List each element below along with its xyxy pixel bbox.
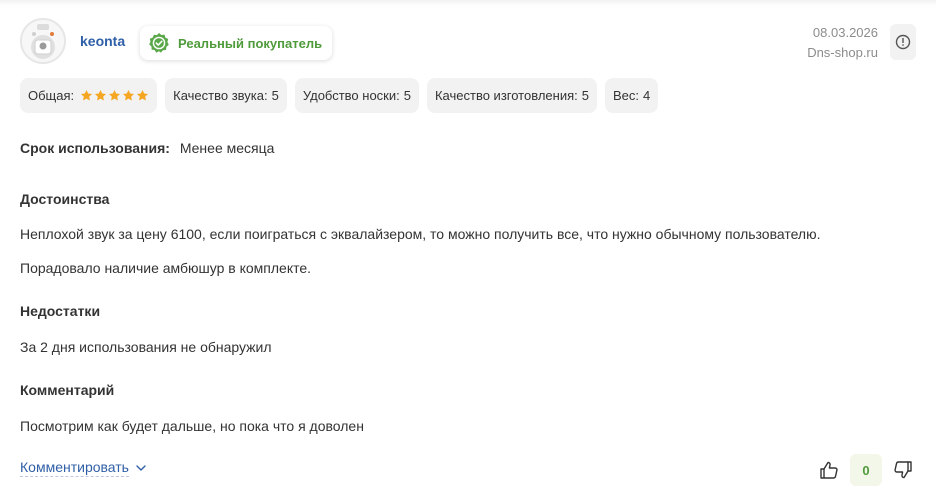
star-icon — [81, 89, 93, 101]
star-icon — [95, 89, 107, 101]
vote-count: 0 — [850, 454, 882, 486]
author-name[interactable]: keonta — [80, 33, 125, 49]
comment-text: Посмотрим как будет дальше, но пока что … — [20, 418, 364, 434]
chevron-down-icon — [136, 465, 146, 471]
top-shadow — [0, 0, 936, 6]
comment-button-label: Комментировать — [20, 459, 129, 477]
avatar-robot-icon — [22, 20, 64, 62]
rating-chip-value: 5 — [271, 88, 279, 103]
rating-chip-overall: Общая: — [20, 78, 158, 113]
rating-overall-label: Общая: — [28, 88, 75, 103]
rating-chip-label: Качество изготовления: — [434, 88, 578, 103]
like-button[interactable] — [816, 454, 842, 486]
verified-buyer-badge: Реальный покупатель — [140, 26, 333, 60]
star-rating — [80, 89, 149, 102]
review-date: 08.03.2026 — [812, 25, 878, 40]
rating-chip-weight: Вес: 4 — [604, 78, 659, 113]
rating-chip-label: Качество звука: — [173, 88, 268, 103]
thumbs-up-icon — [820, 461, 838, 479]
thumbs-down-icon — [894, 461, 912, 479]
usage-period: Срок использования: Менее месяца — [20, 140, 274, 156]
avatar[interactable] — [20, 18, 66, 64]
pros-title: Достоинства — [20, 191, 110, 207]
verified-check-icon — [149, 33, 169, 53]
rating-chip-build-quality: Качество изготовления: 5 — [426, 78, 597, 113]
rating-chip-sound: Качество звука: 5 — [165, 78, 287, 113]
more-options-button[interactable] — [890, 24, 916, 60]
cons-title: Недостатки — [20, 303, 101, 319]
review-meta: 08.03.2026 Dns-shop.ru — [807, 23, 878, 63]
rating-chip-label: Удобство носки: — [302, 88, 400, 103]
star-icon — [109, 89, 121, 101]
rating-chip-comfort: Удобство носки: 5 — [294, 78, 419, 113]
pros-line: Порадовало наличие амбюшур в комплекте. — [20, 260, 312, 276]
usage-label: Срок использования: — [20, 140, 170, 156]
pros-line: Неплохой звук за цену 6100, если поиграт… — [20, 226, 821, 242]
comment-button[interactable]: Комментировать — [20, 459, 147, 477]
vote-controls: 0 — [816, 454, 916, 486]
rating-chip-value: 4 — [643, 88, 651, 103]
dislike-button[interactable] — [890, 454, 916, 486]
usage-value: Менее месяца — [179, 140, 275, 156]
cons-text: За 2 дня использования не обнаружил — [20, 339, 272, 355]
rating-chip-label: Вес: — [612, 88, 639, 103]
star-icon — [123, 89, 135, 101]
verified-buyer-label: Реальный покупатель — [178, 35, 323, 51]
comment-title: Комментарий — [20, 382, 115, 398]
review-header: keonta Реальный покупатель 08.03.2026 Dn… — [20, 18, 916, 68]
ratings-row: Общая: Качество звука: 5 Удобство носки:… — [20, 78, 659, 113]
rating-chip-value: 5 — [581, 88, 589, 103]
review-source: Dns-shop.ru — [807, 45, 878, 60]
info-circle-icon — [895, 34, 911, 50]
star-icon — [137, 89, 149, 101]
rating-chip-value: 5 — [403, 88, 411, 103]
